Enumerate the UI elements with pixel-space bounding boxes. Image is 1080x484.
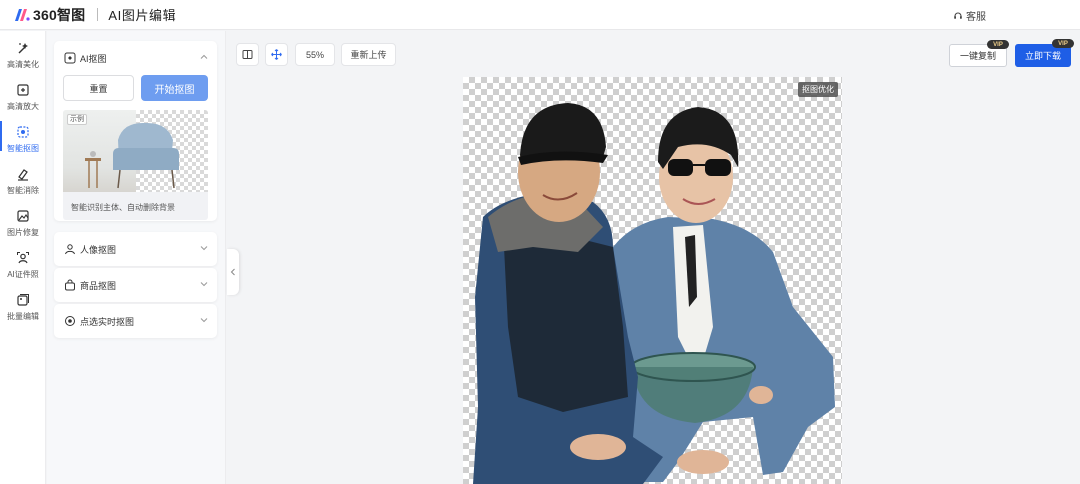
product-cutout-header[interactable]: 商品抠图 — [54, 268, 217, 302]
download-button[interactable]: 立即下载 VIP — [1015, 39, 1074, 67]
magic-wand-icon — [0, 39, 46, 57]
ai-cutout-icon — [63, 51, 77, 65]
chevron-down-icon — [200, 316, 208, 326]
eraser-icon — [0, 165, 46, 183]
rail-item-ai-id-photo[interactable]: AI证件照 — [0, 243, 46, 283]
optimize-cutout-button[interactable]: 抠图优化 — [798, 82, 838, 97]
rail-label: 图片修复 — [7, 228, 39, 237]
move-tool-button[interactable] — [265, 43, 288, 66]
zoom-level[interactable]: 55% — [295, 43, 335, 66]
rail-label: 高清美化 — [7, 60, 39, 69]
id-photo-icon — [0, 249, 46, 267]
click-cutout-header[interactable]: 点选实时抠图 — [54, 304, 217, 338]
tool-rail: 高清美化 高清放大 智能抠图 智能消除 图片修复 AI证件照 批量编辑 — [0, 31, 46, 484]
portrait-cutout-card[interactable]: 人像抠图 — [54, 232, 217, 266]
options-panel: AI抠图 重置 开始抠图 示例 智能识别主体、自动删除背景 人像抠图 商品抠图 … — [47, 31, 226, 484]
logo-mark-icon — [14, 8, 30, 22]
example-tag: 示例 — [67, 114, 87, 125]
example-image: 示例 — [63, 110, 208, 192]
service-label: 客服 — [966, 12, 986, 23]
cutout-icon — [0, 123, 46, 141]
click-cutout-title: 点选实时抠图 — [80, 316, 135, 327]
rail-item-image-repair[interactable]: 图片修复 — [0, 201, 46, 241]
copy-label: 一键复制 — [959, 51, 996, 61]
cutout-result-canvas[interactable]: 抠图优化 — [463, 77, 842, 484]
rail-label: 智能抠图 — [7, 144, 39, 153]
customer-service-link[interactable]: 客服 — [953, 8, 986, 23]
reset-button[interactable]: 重置 — [63, 75, 134, 101]
rail-label: 高清放大 — [7, 102, 39, 111]
chevron-up-icon — [200, 53, 208, 63]
headset-icon — [954, 12, 962, 19]
chevron-left-icon — [230, 268, 235, 276]
ai-cutout-header[interactable]: AI抠图 — [54, 41, 217, 75]
rail-item-smart-erase[interactable]: 智能消除 — [0, 159, 46, 199]
example-preview: 示例 智能识别主体、自动删除背景 — [63, 110, 208, 220]
chevron-down-icon — [200, 244, 208, 254]
click-cutout-card[interactable]: 点选实时抠图 — [54, 304, 217, 338]
start-cutout-button[interactable]: 开始抠图 — [141, 75, 208, 101]
logo-text: 360智图 — [33, 6, 86, 23]
rail-item-smart-cutout[interactable]: 智能抠图 — [0, 117, 46, 157]
copy-button[interactable]: 一键复制 VIP — [949, 40, 1009, 67]
compare-icon — [242, 50, 253, 59]
enlarge-icon — [0, 81, 46, 99]
target-icon — [63, 314, 77, 328]
app-title: AI图片编辑 — [108, 8, 177, 23]
canvas-area: 55% 重新上传 一键复制 VIP 立即下载 VIP 抠图优化 — [227, 31, 1080, 484]
move-icon — [271, 49, 282, 60]
rail-item-batch-edit[interactable]: 批量编辑 — [0, 285, 46, 325]
bag-icon — [63, 278, 77, 292]
product-cutout-title: 商品抠图 — [80, 280, 117, 291]
portrait-cutout-header[interactable]: 人像抠图 — [54, 232, 217, 266]
vip-badge: VIP — [1052, 39, 1074, 48]
logo[interactable]: 360智图 — [14, 5, 85, 25]
ai-cutout-title: AI抠图 — [80, 53, 107, 64]
portrait-cutout-title: 人像抠图 — [80, 244, 117, 255]
batch-edit-icon — [0, 291, 46, 309]
header-divider — [97, 8, 99, 21]
person-icon — [63, 242, 77, 256]
reupload-button[interactable]: 重新上传 — [341, 43, 396, 66]
top-bar: 360智图 AI图片编辑 客服 — [0, 0, 1080, 30]
image-repair-icon — [0, 207, 46, 225]
example-caption: 智能识别主体、自动删除背景 — [71, 203, 175, 212]
ai-cutout-card: AI抠图 重置 开始抠图 示例 智能识别主体、自动删除背景 — [54, 41, 217, 221]
rail-item-hd-enlarge[interactable]: 高清放大 — [0, 75, 46, 115]
collapse-panel-button[interactable] — [227, 249, 239, 295]
rail-label: AI证件照 — [7, 270, 39, 279]
product-cutout-card[interactable]: 商品抠图 — [54, 268, 217, 302]
compare-button[interactable] — [236, 43, 259, 66]
download-label: 立即下载 — [1024, 51, 1061, 61]
vip-badge: VIP — [987, 40, 1009, 49]
cutout-subjects-image — [473, 103, 835, 484]
chevron-down-icon — [200, 280, 208, 290]
rail-label: 批量编辑 — [7, 312, 39, 321]
rail-item-hd-beautify[interactable]: 高清美化 — [0, 33, 46, 73]
rail-label: 智能消除 — [7, 186, 39, 195]
